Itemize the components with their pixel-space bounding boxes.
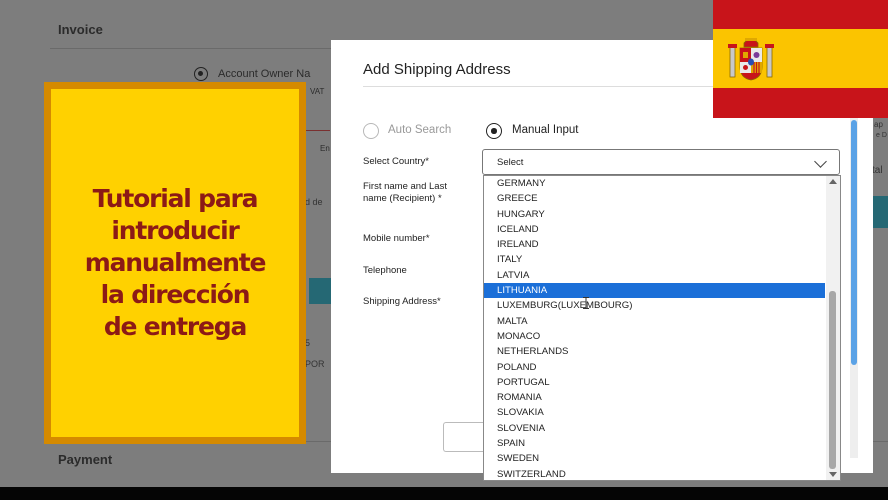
manual-input-radio[interactable] (486, 123, 502, 139)
spain-flag-icon (713, 0, 888, 118)
account-owner-label: Account Owner Na (218, 68, 311, 80)
tutorial-title: Tutorial para introducir manualmente la … (84, 184, 267, 341)
country-dropdown-list[interactable]: GERMANY GREECE HUNGARY ICELAND IRELAND ITALY L… (483, 175, 841, 481)
chevron-down-icon (814, 155, 827, 168)
modal-action-button[interactable] (443, 422, 488, 452)
country-option[interactable]: SWITZERLAND (484, 467, 825, 480)
dropdown-scrollbar-thumb[interactable] (829, 291, 836, 469)
dropdown-scrollbar[interactable] (826, 176, 840, 480)
text-fragment: d de (305, 197, 323, 207)
country-option[interactable]: GERMANY (484, 176, 825, 191)
country-option[interactable]: IRELAND (484, 237, 825, 252)
text-cursor-icon (583, 297, 589, 309)
country-option[interactable]: SLOVAKIA (484, 405, 825, 420)
tutorial-banner: Tutorial para introducir manualmente la … (44, 82, 306, 444)
flag-red-stripe (713, 88, 888, 118)
background-button-edge[interactable] (309, 278, 331, 304)
country-option[interactable]: SLOVENIA (484, 421, 825, 436)
text-fragment: POR (305, 359, 325, 369)
country-option[interactable]: NETHERLANDS (484, 344, 825, 359)
text-fragment: e D (876, 132, 887, 139)
country-option[interactable]: SWEDEN (484, 451, 825, 466)
telephone-label: Telephone (363, 265, 407, 276)
bottom-letterbox-bar (0, 487, 888, 500)
payment-section-title: Payment (58, 452, 113, 467)
text-fragment: ap (874, 120, 883, 129)
background-button-edge[interactable] (872, 196, 888, 228)
scroll-down-arrow-icon[interactable] (829, 472, 837, 477)
text-fragment: tal (872, 165, 883, 176)
country-option[interactable]: LATVIA (484, 268, 825, 283)
country-option[interactable]: LITHUANIA (484, 283, 825, 299)
country-option[interactable]: MALTA (484, 314, 825, 329)
manual-input-label[interactable]: Manual Input (512, 124, 579, 136)
vat-text-fragment: VAT (310, 87, 325, 96)
modal-scrollbar-thumb[interactable] (851, 120, 857, 365)
country-select-value: Select (497, 157, 524, 168)
country-option[interactable]: POLAND (484, 360, 825, 375)
tutorial-banner-inner: Tutorial para introducir manualmente la … (51, 89, 299, 437)
shipping-address-label: Shipping Address* (363, 296, 441, 307)
coat-of-arms-icon (728, 38, 774, 81)
recipient-name-label: First name and Last name (Recipient) * (363, 181, 447, 204)
invoice-section-title: Invoice (58, 22, 103, 37)
mobile-number-label: Mobile number* (363, 233, 430, 244)
country-option[interactable]: ROMANIA (484, 390, 825, 405)
flag-red-stripe (713, 0, 888, 29)
modal-title: Add Shipping Address (363, 61, 511, 78)
country-option[interactable]: PORTUGAL (484, 375, 825, 390)
country-option[interactable]: LUXEMBURG(LUXEMBOURG) (484, 298, 825, 313)
country-option[interactable]: MONACO (484, 329, 825, 344)
country-option[interactable]: HUNGARY (484, 207, 825, 222)
account-owner-radio[interactable] (194, 67, 208, 81)
auto-search-label[interactable]: Auto Search (388, 124, 451, 136)
country-option[interactable]: SPAIN (484, 436, 825, 451)
scroll-up-arrow-icon[interactable] (829, 179, 837, 184)
country-options: GERMANY GREECE HUNGARY ICELAND IRELAND ITALY L… (484, 176, 840, 480)
country-option[interactable]: ICELAND (484, 222, 825, 237)
select-country-label: Select Country* (363, 156, 430, 167)
country-select[interactable]: Select (482, 149, 840, 175)
text-fragment: En (320, 144, 330, 153)
country-option[interactable]: GREECE (484, 191, 825, 206)
auto-search-radio[interactable] (363, 123, 379, 139)
country-option[interactable]: ITALY (484, 252, 825, 267)
